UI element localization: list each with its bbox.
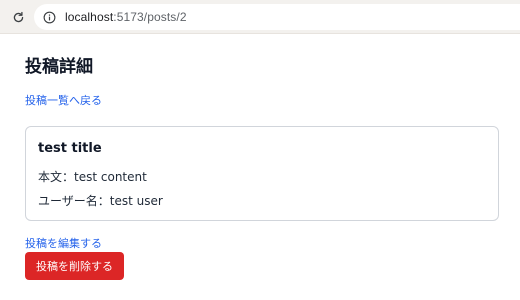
back-to-list-link[interactable]: 投稿一覧へ戻る bbox=[25, 92, 102, 108]
post-card: test title 本文：test content ユーザー名：test us… bbox=[25, 126, 499, 221]
post-user-value: test user bbox=[109, 194, 163, 208]
url-text: localhost:5173/posts/2 bbox=[65, 10, 187, 24]
reload-icon bbox=[13, 11, 23, 22]
delete-post-button[interactable]: 投稿を削除する bbox=[25, 252, 124, 280]
reload-button[interactable] bbox=[10, 9, 26, 25]
post-content-label: 本文： bbox=[38, 170, 75, 184]
url-host: localhost bbox=[65, 10, 114, 24]
address-bar[interactable]: localhost:5173/posts/2 bbox=[34, 4, 520, 30]
page-title: 投稿詳細 bbox=[25, 57, 93, 77]
post-user-row: ユーザー名：test user bbox=[38, 192, 163, 209]
edit-post-link[interactable]: 投稿を編集する bbox=[25, 235, 102, 251]
info-icon bbox=[43, 11, 55, 23]
site-info-button[interactable] bbox=[42, 10, 56, 24]
post-content-row: 本文：test content bbox=[38, 168, 147, 185]
post-title: test title bbox=[38, 141, 102, 156]
post-user-label: ユーザー名： bbox=[38, 194, 110, 208]
page-content: 投稿詳細 投稿一覧へ戻る test title 本文：test content … bbox=[0, 34, 520, 300]
browser-toolbar: localhost:5173/posts/2 bbox=[0, 0, 520, 34]
post-content-value: test content bbox=[74, 170, 147, 184]
url-path: :5173/posts/2 bbox=[113, 10, 187, 24]
